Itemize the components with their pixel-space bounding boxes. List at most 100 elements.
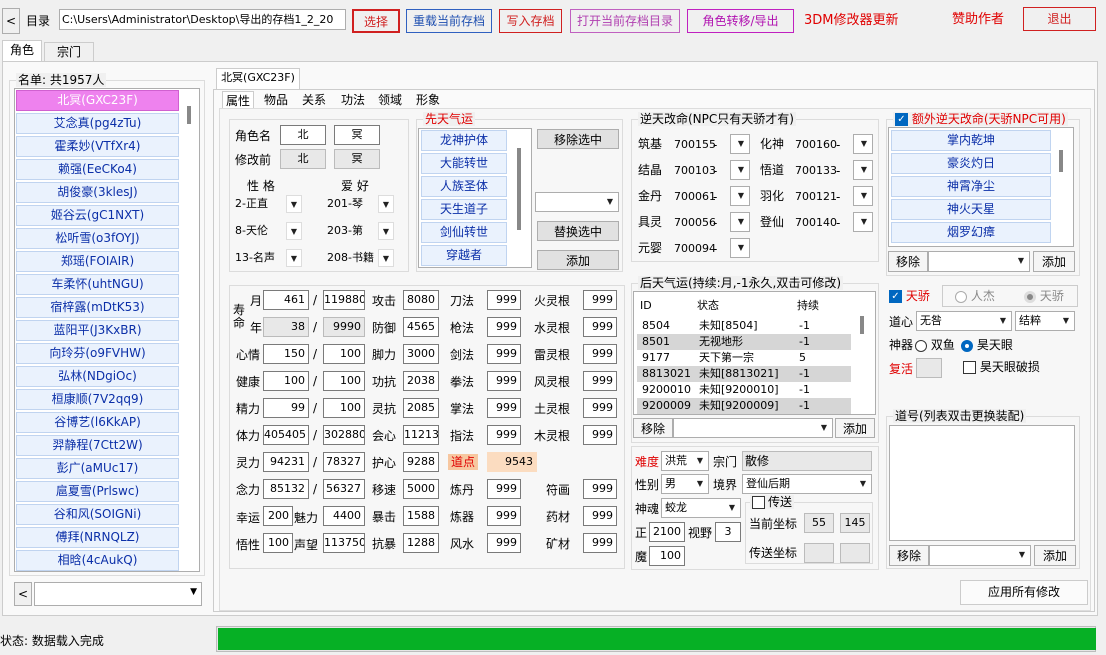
fate-value[interactable]: 700103: [674, 164, 716, 178]
write-save-button[interactable]: 写入存档: [499, 9, 562, 33]
list-item[interactable]: 艾念真(pg4zTu): [16, 113, 179, 134]
extra-fate-item[interactable]: 豪炎灼日: [891, 153, 1051, 174]
realm-select[interactable]: 登仙后期 ▼: [742, 474, 872, 494]
stat-input[interactable]: 999: [487, 425, 521, 445]
extra-fate-item[interactable]: 烟罗幻瘴: [891, 222, 1051, 243]
fate-value[interactable]: 700061: [674, 190, 716, 204]
stat-input[interactable]: 999: [487, 317, 521, 337]
table-row[interactable]: 9200009 未知[9200009] -1: [637, 398, 851, 414]
path-input[interactable]: C:\Users\Administrator\Desktop\导出的存档1_2_…: [59, 9, 346, 30]
exit-button[interactable]: 退出: [1023, 7, 1096, 31]
list-item[interactable]: 姬谷云(gC1NXT): [16, 205, 179, 226]
luck-input[interactable]: 200: [263, 506, 293, 526]
jiecui-select[interactable]: 结粹 ▼: [1015, 311, 1075, 331]
stat-input[interactable]: 999: [487, 506, 521, 526]
list-item[interactable]: 弘林(NDgiOc): [16, 366, 179, 387]
fate-value[interactable]: 700140: [795, 216, 837, 230]
stat-input[interactable]: 405405: [263, 425, 309, 445]
reload-button[interactable]: 重载当前存档: [406, 9, 492, 33]
fate-dropdown[interactable]: ▼: [730, 186, 750, 206]
extra-scrollbar[interactable]: [1059, 150, 1063, 172]
list-item[interactable]: 宿梓露(mDtK53): [16, 297, 179, 318]
stat-input[interactable]: 1288: [403, 533, 439, 553]
personality-select[interactable]: 2-正直 ▼: [231, 194, 303, 214]
title-list[interactable]: [889, 425, 1075, 541]
tianjiao-radio[interactable]: 天骄: [1024, 289, 1064, 303]
hobby-select[interactable]: 203-第 ▼: [323, 221, 395, 241]
stat-input[interactable]: 100: [263, 371, 309, 391]
month-input[interactable]: 461: [263, 290, 309, 310]
select-button[interactable]: 选择: [352, 9, 400, 33]
innate-item[interactable]: 人族圣体: [421, 176, 507, 197]
fate-dropdown[interactable]: ▼: [853, 134, 873, 154]
stat-input[interactable]: 85132: [263, 479, 309, 499]
stat-input[interactable]: 9288: [403, 452, 439, 472]
list-item[interactable]: 蓝阳平(J3KxBR): [16, 320, 179, 341]
fate-dropdown[interactable]: ▼: [730, 134, 750, 154]
innate-select[interactable]: ▼: [535, 192, 619, 212]
roster-scrollbar[interactable]: [187, 106, 191, 124]
stat-input[interactable]: 999: [583, 290, 617, 310]
fate-value[interactable]: 700056: [674, 216, 716, 230]
extra-remove-button[interactable]: 移除: [888, 251, 928, 272]
fate-dropdown[interactable]: ▼: [853, 160, 873, 180]
acquired-select[interactable]: ▼: [673, 418, 833, 438]
stat-max-input[interactable]: 78327: [323, 452, 365, 472]
charm-input[interactable]: 4400: [323, 506, 365, 526]
innate-item[interactable]: 龙神护体: [421, 130, 507, 151]
fate-dropdown[interactable]: ▼: [730, 160, 750, 180]
apply-all-button[interactable]: 应用所有修改: [960, 580, 1088, 605]
stat-input[interactable]: 999: [583, 479, 617, 499]
vision-input[interactable]: 3: [715, 522, 741, 542]
stat-max-input[interactable]: 56327: [323, 479, 365, 499]
gender-select[interactable]: 男 ▼: [661, 474, 709, 494]
stat-input[interactable]: 11213: [403, 425, 439, 445]
open-dir-button[interactable]: 打开当前存档目录: [570, 9, 680, 33]
zheng-input[interactable]: 2100: [649, 522, 685, 542]
list-item[interactable]: 车柔怀(uhtNGU): [16, 274, 179, 295]
fate-value[interactable]: 700121: [795, 190, 837, 204]
stat-max-input[interactable]: 100: [323, 398, 365, 418]
stat-input[interactable]: 99: [263, 398, 309, 418]
fate-value[interactable]: 700155: [674, 138, 716, 152]
renjie-radio[interactable]: 人杰: [955, 289, 995, 303]
stat-input[interactable]: 2085: [403, 398, 439, 418]
tab-sect[interactable]: 宗门: [44, 42, 94, 62]
fate-value[interactable]: 700133: [795, 164, 837, 178]
stat-input[interactable]: 999: [487, 533, 521, 553]
difficulty-select[interactable]: 洪荒 ▼: [661, 451, 709, 471]
innate-item[interactable]: 天生道子: [421, 199, 507, 220]
extra-add-button[interactable]: 添加: [1033, 251, 1075, 272]
prestige-input[interactable]: 113750: [323, 533, 365, 553]
back-button[interactable]: <: [2, 8, 20, 34]
table-row[interactable]: 8501 无视地形 -1: [637, 334, 851, 350]
table-row[interactable]: 8813021 未知[8813021] -1: [637, 366, 851, 382]
table-row[interactable]: 9200010 未知[9200010] -1: [637, 382, 851, 398]
mo-input[interactable]: 100: [649, 546, 685, 566]
stat-input[interactable]: 8080: [403, 290, 439, 310]
extra-fate-item[interactable]: 掌内乾坤: [891, 130, 1051, 151]
stat-input[interactable]: 999: [583, 317, 617, 337]
shuangyu-radio[interactable]: 双鱼: [915, 338, 955, 352]
haotian-radio[interactable]: 昊天眼: [961, 338, 1013, 352]
remove-selected-button[interactable]: 移除选中: [537, 129, 619, 149]
extra-fate-item[interactable]: 神火天星: [891, 199, 1051, 220]
list-item[interactable]: 彭广(aMUc17): [16, 458, 179, 479]
tab-character[interactable]: 角色: [2, 40, 42, 62]
list-item[interactable]: 霍柔妙(VTfXr4): [16, 136, 179, 157]
stat-input[interactable]: 9543: [487, 452, 537, 472]
acquired-scrollbar[interactable]: [860, 316, 864, 334]
stat-input[interactable]: 2038: [403, 371, 439, 391]
list-item[interactable]: 北冥(GXC23F): [16, 90, 179, 111]
hobby-select[interactable]: 201-琴 ▼: [323, 194, 395, 214]
list-item[interactable]: 松听雪(o3fOYJ): [16, 228, 179, 249]
fate-dropdown[interactable]: ▼: [853, 186, 873, 206]
roster-prev-button[interactable]: <: [14, 582, 32, 606]
extra-fate-item[interactable]: 神霄净尘: [891, 176, 1051, 197]
sect-input[interactable]: 散修: [742, 451, 872, 471]
stat-input[interactable]: 1588: [403, 506, 439, 526]
fate-value[interactable]: 700160: [795, 138, 837, 152]
stat-input[interactable]: 999: [487, 371, 521, 391]
hobby-select[interactable]: 208-书籍 ▼: [323, 248, 395, 268]
fate-dropdown[interactable]: ▼: [853, 212, 873, 232]
